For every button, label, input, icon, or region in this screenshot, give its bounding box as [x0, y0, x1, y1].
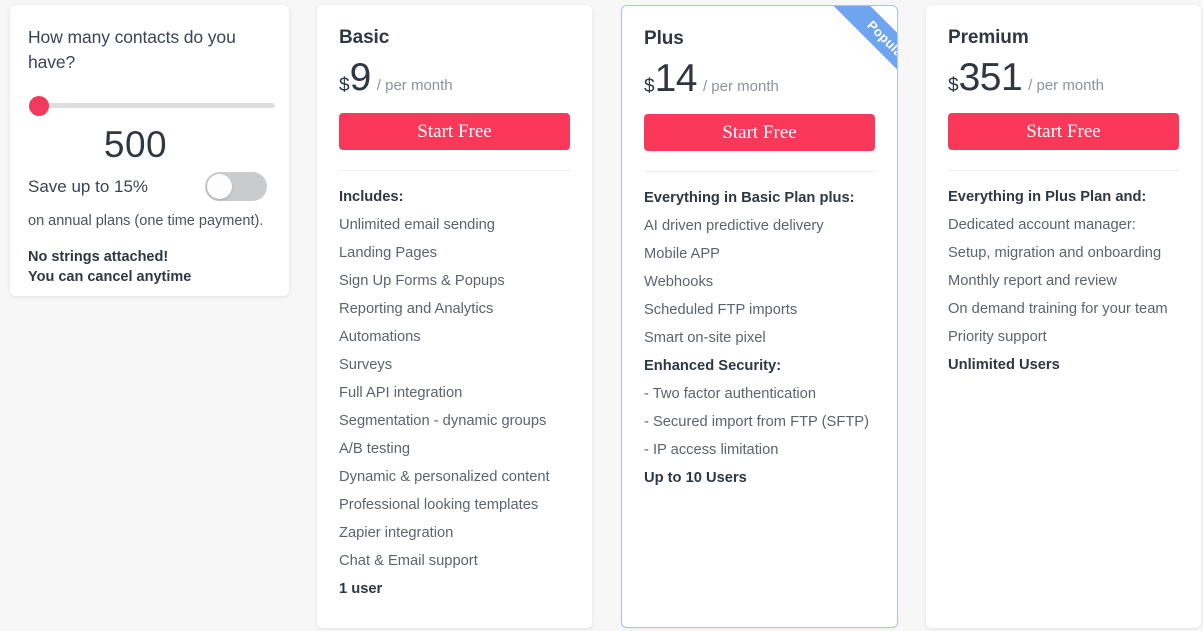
feature-item: Chat & Email support: [339, 553, 478, 569]
no-strings-line-2: You can cancel anytime: [28, 269, 192, 285]
toggle-knob: [207, 174, 232, 199]
feature-item: Everything in Basic Plan plus:: [644, 190, 855, 206]
start-free-button-premium[interactable]: Start Free: [948, 113, 1179, 150]
feature-item: Unlimited email sending: [339, 217, 495, 233]
currency-symbol: $: [644, 76, 655, 97]
no-strings-notice: No strings attached! You can cancel anyt…: [28, 247, 271, 287]
feature-item: Smart on-site pixel: [644, 330, 766, 346]
feature-item: Dynamic & personalized content: [339, 469, 550, 485]
card-divider: [644, 171, 875, 172]
currency-symbol: $: [948, 75, 959, 96]
price-amount: 351: [958, 56, 1023, 99]
save-percentage-label: Save up to 15%: [28, 176, 149, 196]
feature-list-premium: Everything in Plus Plan and: Dedicated a…: [948, 183, 1179, 379]
plan-card-basic: Basic $ 9 / per month Start Free Include…: [317, 5, 592, 628]
feature-item: Priority support: [948, 329, 1047, 345]
feature-item: Webhooks: [644, 274, 714, 290]
feature-item: Includes:: [339, 189, 404, 205]
feature-item: - Two factor authentication: [644, 386, 816, 402]
annual-savings-row: Save up to 15%: [28, 172, 271, 201]
feature-item: Full API integration: [339, 385, 463, 401]
feature-item: Enhanced Security:: [644, 358, 782, 374]
slider-thumb[interactable]: [29, 96, 49, 116]
feature-item: A/B testing: [339, 441, 411, 457]
feature-item: Zapier integration: [339, 525, 454, 541]
feature-item: Dedicated account manager:: [948, 217, 1136, 233]
plan-card-premium: Premium $ 351 / per month Start Free Eve…: [926, 5, 1201, 628]
annual-plan-note: on annual plans (one time payment).: [28, 213, 264, 229]
feature-item: On demand training for your team: [948, 301, 1168, 317]
feature-item: Mobile APP: [644, 246, 720, 262]
plan-price-premium: $ 351 / per month: [948, 58, 1179, 97]
contact-count-value: 500: [103, 124, 168, 165]
start-free-button-plus[interactable]: Start Free: [644, 114, 875, 151]
feature-item: Automations: [339, 329, 421, 345]
currency-symbol: $: [339, 75, 350, 96]
pricing-page: How many contacts do you have? 500 Save …: [0, 0, 1203, 631]
contact-calculator-card: How many contacts do you have? 500 Save …: [10, 5, 289, 296]
plan-name-basic: Basic: [339, 27, 390, 48]
plan-name-plus: Plus: [644, 28, 684, 49]
plan-name-premium: Premium: [948, 27, 1029, 48]
price-period: / per month: [702, 78, 779, 95]
contacts-slider[interactable]: [28, 94, 275, 116]
plan-price-basic: $ 9 / per month: [339, 58, 570, 97]
feature-item: 1 user: [339, 581, 383, 597]
feature-item: Professional looking templates: [339, 497, 539, 513]
feature-item: Monthly report and review: [948, 273, 1117, 289]
feature-item: Segmentation - dynamic groups: [339, 413, 547, 429]
slider-track[interactable]: [30, 103, 275, 108]
card-divider: [948, 170, 1179, 171]
card-divider: [339, 170, 570, 171]
feature-item: Surveys: [339, 357, 393, 373]
annual-billing-toggle[interactable]: [205, 172, 267, 201]
plan-price-plus: $ 14 / per month: [644, 59, 875, 98]
feature-list-basic: Includes: Unlimited email sending Landin…: [339, 183, 570, 603]
start-free-button-basic[interactable]: Start Free: [339, 113, 570, 150]
feature-item: Everything in Plus Plan and:: [948, 189, 1147, 205]
feature-item: Reporting and Analytics: [339, 301, 494, 317]
feature-item: Unlimited Users: [948, 357, 1060, 373]
feature-item: AI driven predictive delivery: [644, 218, 824, 234]
price-amount: 9: [349, 56, 372, 99]
feature-item: Up to 10 Users: [644, 470, 747, 486]
feature-list-plus: Everything in Basic Plan plus: AI driven…: [644, 184, 875, 492]
feature-item: Setup, migration and onboarding: [948, 245, 1162, 261]
price-period: / per month: [376, 77, 453, 94]
price-amount: 14: [654, 57, 698, 100]
feature-item: Landing Pages: [339, 245, 438, 261]
feature-item: Scheduled FTP imports: [644, 302, 798, 318]
calculator-question: How many contacts do you have?: [28, 27, 236, 72]
feature-item: - Secured import from FTP (SFTP): [644, 414, 869, 430]
feature-item: Sign Up Forms & Popups: [339, 273, 505, 289]
price-period: / per month: [1028, 77, 1105, 94]
no-strings-line-1: No strings attached!: [28, 249, 169, 265]
plan-card-plus: Popular Plus $ 14 / per month Start Free…: [621, 5, 898, 628]
feature-item: - IP access limitation: [644, 442, 779, 458]
